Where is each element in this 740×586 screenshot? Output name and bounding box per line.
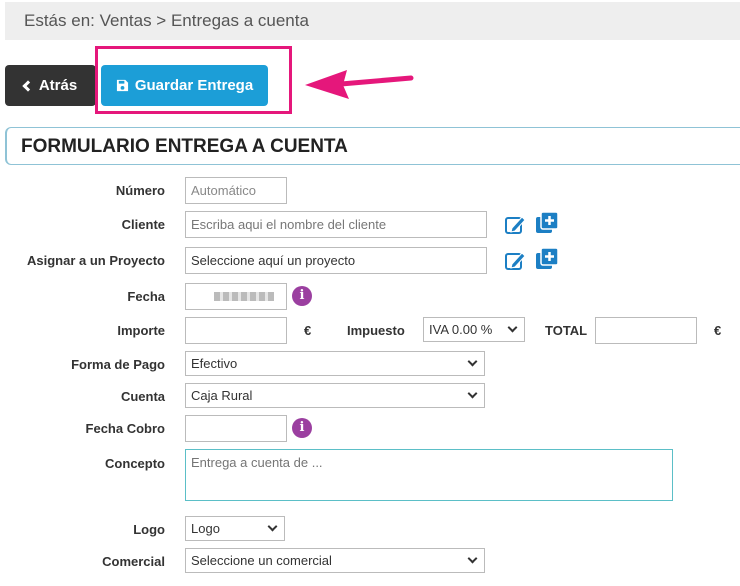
breadcrumb: Estás en: Ventas > Entregas a cuenta	[5, 2, 740, 40]
fecha-input[interactable]	[185, 283, 287, 310]
importe-input[interactable]	[185, 317, 287, 344]
fecha-info-icon[interactable]: i	[292, 286, 312, 306]
chevron-down-icon	[467, 553, 478, 564]
numero-label: Número	[115, 183, 165, 198]
cuenta-value: Caja Rural	[191, 388, 253, 403]
comercial-value: Seleccione un comercial	[191, 553, 332, 568]
comercial-select[interactable]: Seleccione un comercial	[185, 548, 485, 573]
highlight-annotation-box	[95, 46, 292, 114]
add-project-icon[interactable]	[536, 248, 558, 270]
importe-label: Importe	[117, 323, 165, 338]
forma-pago-label: Forma de Pago	[71, 357, 165, 372]
cliente-input[interactable]: Escriba aqui el nombre del cliente	[185, 211, 487, 238]
total-input[interactable]	[595, 317, 697, 344]
back-button[interactable]: Atrás	[5, 65, 96, 106]
redacted-date	[214, 292, 274, 301]
importe-currency: €	[304, 323, 312, 338]
impuesto-value: IVA 0.00 %	[429, 322, 493, 337]
chevron-down-icon	[467, 388, 478, 399]
fecha-cobro-label: Fecha Cobro	[85, 421, 165, 436]
chevron-down-icon	[507, 322, 518, 333]
impuesto-select[interactable]: IVA 0.00 %	[423, 317, 525, 342]
forma-pago-select[interactable]: Efectivo	[185, 351, 485, 376]
concepto-label: Concepto	[105, 456, 165, 471]
chevron-down-icon	[267, 521, 278, 532]
total-currency: €	[714, 323, 722, 338]
impuesto-label: Impuesto	[347, 323, 405, 338]
logo-select[interactable]: Logo	[185, 516, 285, 541]
edit-client-icon[interactable]	[504, 214, 526, 236]
concepto-textarea[interactable]	[185, 449, 673, 501]
chevron-left-icon	[22, 79, 34, 92]
total-label: TOTAL	[545, 323, 588, 338]
cuenta-label: Cuenta	[120, 389, 165, 404]
numero-field[interactable]: Automático	[185, 177, 287, 204]
logo-value: Logo	[191, 521, 220, 536]
chevron-down-icon	[467, 356, 478, 367]
form-title: FORMULARIO ENTREGA A CUENTA	[5, 127, 740, 165]
annotation-arrow	[305, 70, 414, 99]
comercial-label: Comercial	[102, 554, 165, 569]
logo-label: Logo	[133, 522, 165, 537]
proyecto-input[interactable]: Seleccione aquí un proyecto	[185, 247, 487, 274]
cliente-label: Cliente	[121, 217, 165, 232]
add-client-icon[interactable]	[536, 212, 558, 234]
proyecto-label: Asignar a un Proyecto	[27, 253, 165, 268]
cuenta-select[interactable]: Caja Rural	[185, 383, 485, 408]
fecha-cobro-input[interactable]	[185, 415, 287, 442]
edit-project-icon[interactable]	[504, 250, 526, 272]
back-button-label: Atrás	[38, 77, 78, 94]
fecha-label: Fecha	[127, 289, 165, 304]
fecha-cobro-info-icon[interactable]: i	[292, 418, 312, 438]
forma-pago-value: Efectivo	[191, 356, 238, 371]
